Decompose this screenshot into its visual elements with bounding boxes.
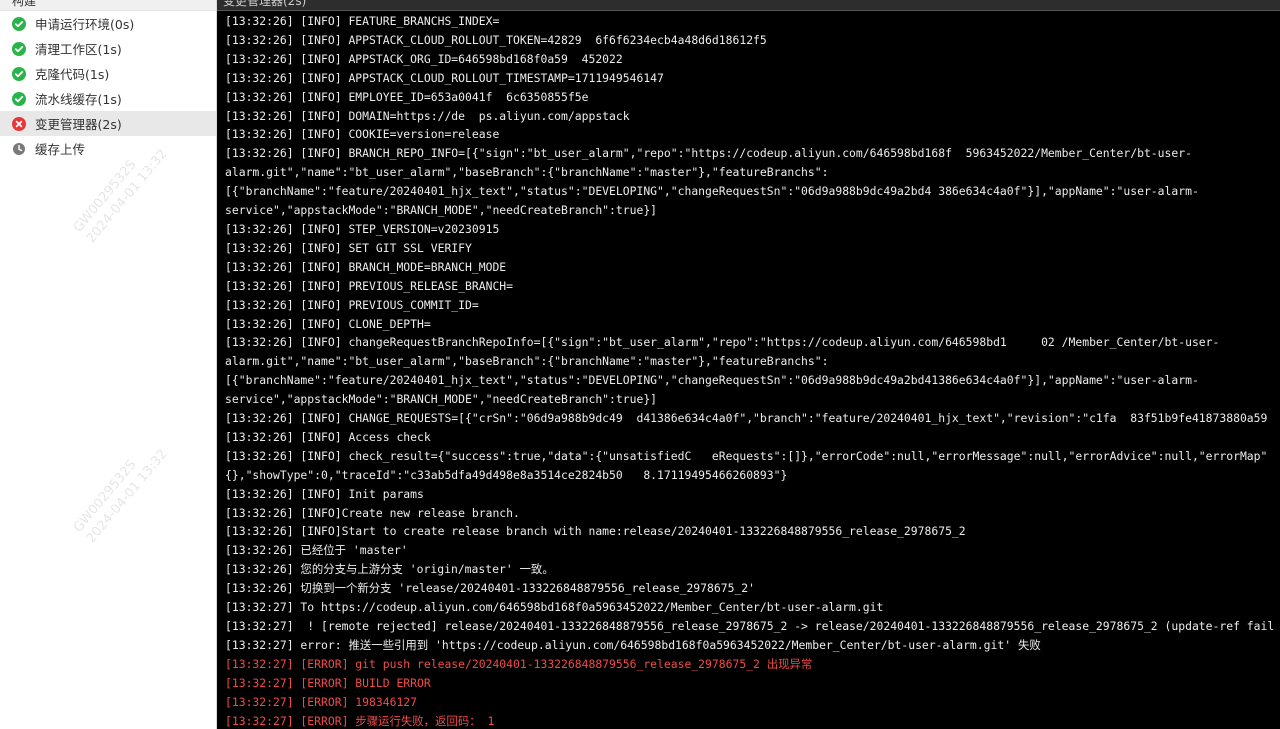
step-list: 申请运行环境(0s) 清理工作区(1s) 克隆代码(1s) 流水线缓存(1s) 变更管理…	[0, 11, 216, 161]
check-circle-icon	[12, 66, 26, 81]
log-line: [13:32:26] [INFO]Start to create release…	[225, 524, 966, 539]
log-line: [13:32:27] ! [remote rejected] release/2…	[225, 619, 1275, 633]
log-line: [13:32:26] [INFO] CHANGE_REQUESTS=[{"crS…	[225, 411, 1268, 426]
log-header-title: 变更管理器(2s)	[223, 0, 307, 8]
log-line: [13:32:26] [INFO] APPSTACK_CLOUD_ROLLOUT…	[225, 32, 767, 47]
log-line-error: [13:32:27] [ERROR] 198346127	[225, 694, 418, 709]
log-line: [13:32:26] [INFO] SET GIT SSL VERIFY	[225, 240, 472, 255]
log-line: [13:32:27] error: 推送一些引用到 'https://codeu…	[225, 637, 1041, 652]
log-line: [{"branchName":"feature/20240401_hjx_tex…	[225, 184, 1199, 199]
log-line: [13:32:26] [INFO] PREVIOUS_COMMIT_ID=	[225, 297, 479, 312]
log-line: service","appstackMode":"BRANCH_MODE","n…	[225, 392, 658, 407]
log-line: [13:32:26] [INFO] Init params	[225, 486, 424, 501]
log-line: [13:32:26] [INFO] Access check	[225, 429, 431, 444]
log-line: [13:32:26] [INFO] FEATURE_BRANCHS_INDEX=	[225, 14, 500, 28]
log-line: [13:32:26] 切换到一个新分支 'release/20240401-13…	[225, 581, 756, 596]
step-item[interactable]: 流水线缓存(1s)	[0, 86, 216, 111]
step-item[interactable]: 清理工作区(1s)	[0, 36, 216, 61]
check-circle-icon	[12, 41, 26, 56]
log-line: [13:32:26] [INFO] PREVIOUS_RELEASE_BRANC…	[225, 278, 514, 293]
step-item[interactable]: 申请运行环境(0s)	[0, 11, 216, 36]
log-line: [{"branchName":"feature/20240401_hjx_tex…	[225, 373, 1199, 388]
log-line-error: [13:32:27] [ERROR] git push release/2024…	[225, 656, 813, 671]
log-line: [13:32:26] [INFO] CLONE_DEPTH=	[225, 316, 431, 331]
step-label: 克隆代码(1s)	[35, 67, 110, 82]
log-line-error: [13:32:27] [ERROR] 步骤运行失败，返回码： 1	[225, 713, 495, 728]
log-line: [13:32:26] [INFO]Create new release bran…	[225, 505, 520, 520]
step-label: 清理工作区(1s)	[35, 42, 122, 57]
watermark-line-2: 2024-04-01 13:32	[83, 146, 171, 247]
steps-sidebar: 构建 申请运行环境(0s) 清理工作区(1s) 克隆代码(1s) 流水线缓存(1s) 变…	[0, 0, 217, 729]
log-line: [13:32:27] To https://codeup.aliyun.com/…	[225, 600, 884, 615]
check-circle-icon	[12, 91, 26, 106]
log-line: [13:32:26] [INFO] changeRequestBranchRep…	[225, 335, 1220, 350]
log-line: [13:32:26] 已经位于 'master'	[225, 543, 408, 558]
log-line: {},"showType":0,"traceId":"c33ab5dfa49d4…	[225, 467, 788, 482]
log-line: [13:32:26] 您的分支与上游分支 'origin/master' 一致。	[225, 562, 554, 577]
log-line: [13:32:26] [INFO] DOMAIN=https://de ps.a…	[225, 108, 630, 123]
step-item[interactable]: 变更管理器(2s)	[0, 111, 216, 136]
log-line: alarm.git","name":"bt_user_alarm","baseB…	[225, 354, 829, 369]
step-item[interactable]: 缓存上传	[0, 136, 216, 161]
sidebar-header-title: 构建	[12, 0, 37, 8]
log-line: [13:32:26] [INFO] COOKIE=version=release	[225, 127, 500, 142]
check-circle-icon	[12, 16, 26, 31]
step-item[interactable]: 克隆代码(1s)	[0, 61, 216, 86]
watermark-line-1: GW0029532S	[70, 457, 140, 536]
log-line: [13:32:26] [INFO] EMPLOYEE_ID=653a0041f …	[225, 89, 589, 104]
step-label: 流水线缓存(1s)	[35, 92, 122, 107]
log-line: [13:32:26] [INFO] APPSTACK_ORG_ID=646598…	[225, 51, 623, 66]
log-line: service","appstackMode":"BRANCH_MODE","n…	[225, 203, 658, 218]
log-line: [13:32:26] [INFO] BRANCH_REPO_INFO=[{"si…	[225, 146, 1192, 161]
log-line: [13:32:26] [INFO] STEP_VERSION=v20230915	[225, 221, 500, 236]
log-line: alarm.git","name":"bt_user_alarm","baseB…	[225, 165, 829, 180]
log-output[interactable]: [13:32:26] [INFO] FEATURE_BRANCHS_INDEX=…	[217, 11, 1280, 729]
log-line: [13:32:26] [INFO] APPSTACK_CLOUD_ROLLOUT…	[225, 70, 664, 85]
watermark-line-2: 2024-04-01 13:32	[83, 446, 171, 547]
log-line-error: [13:32:27] [ERROR] BUILD ERROR	[225, 675, 431, 690]
step-label: 缓存上传	[35, 142, 86, 157]
step-label: 申请运行环境(0s)	[35, 17, 135, 32]
sidebar-header: 构建	[0, 0, 216, 11]
log-header: 变更管理器(2s)	[217, 0, 1280, 11]
watermark: GW0029532S 2024-04-01 13:32	[70, 435, 171, 547]
step-label: 变更管理器(2s)	[35, 117, 122, 132]
clock-icon	[12, 142, 26, 156]
log-line: [13:32:26] [INFO] check_result={"success…	[225, 448, 1268, 463]
log-panel[interactable]: 变更管理器(2s) [13:32:26] [INFO] FEATURE_BRAN…	[217, 0, 1280, 729]
log-line: [13:32:26] [INFO] BRANCH_MODE=BRANCH_MOD…	[225, 259, 507, 274]
error-circle-icon	[12, 116, 26, 131]
